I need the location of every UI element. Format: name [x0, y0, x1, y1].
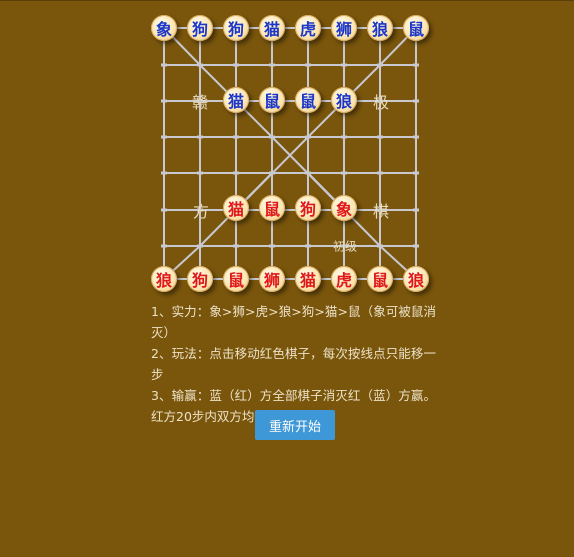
- board-point: [233, 244, 239, 248]
- red-piece[interactable]: 象: [331, 195, 357, 221]
- board-point: [305, 244, 311, 248]
- blue-piece[interactable]: 猫: [223, 87, 249, 113]
- red-piece[interactable]: 猫: [295, 266, 321, 292]
- red-piece[interactable]: 狗: [187, 266, 213, 292]
- blue-piece[interactable]: 狼: [367, 15, 393, 41]
- board-label-left-bottom: 方: [192, 202, 210, 221]
- board-point: [377, 135, 383, 139]
- game-page: 赣 极 方 棋 初级 象 狗 狗 猫 虎 狮 狼 鼠 猫 鼠 鼠 狼 猫 鼠 狗…: [0, 0, 574, 557]
- board-point: [161, 208, 167, 212]
- board-label-right-bottom: 棋: [372, 202, 390, 221]
- red-piece[interactable]: 鼠: [367, 266, 393, 292]
- board-point: [161, 63, 167, 67]
- board-point: [233, 135, 239, 139]
- board-point: [413, 171, 419, 175]
- board-point: [413, 135, 419, 139]
- red-piece[interactable]: 狗: [295, 195, 321, 221]
- board-point: [197, 244, 203, 248]
- board-point: [341, 171, 347, 175]
- blue-piece[interactable]: 鼠: [259, 87, 285, 113]
- difficulty-level: 初级: [332, 239, 358, 254]
- board-point: [305, 63, 311, 67]
- blue-piece[interactable]: 狗: [187, 15, 213, 41]
- board-point: [413, 63, 419, 67]
- board-point: [377, 63, 383, 67]
- restart-button[interactable]: 重新开始: [255, 410, 335, 440]
- rules-text: 1、实力：象>狮>虎>狼>狗>猫>鼠（象可被鼠消灭） 2、玩法：点击移动红色棋子…: [151, 301, 436, 427]
- blue-piece[interactable]: 象: [151, 15, 177, 41]
- board-point: [269, 135, 275, 139]
- board-point: [413, 244, 419, 248]
- board-point: [269, 171, 275, 175]
- board-point: [341, 135, 347, 139]
- board-point: [377, 244, 383, 248]
- board-point: [377, 171, 383, 175]
- board-point: [161, 99, 167, 103]
- board-point: [269, 63, 275, 67]
- rule-gameplay: 2、玩法：点击移动红色棋子，每次按线点只能移一步: [151, 346, 436, 382]
- board-point: [197, 135, 203, 139]
- red-piece[interactable]: 狮: [259, 266, 285, 292]
- red-piece[interactable]: 狼: [151, 266, 177, 292]
- blue-piece[interactable]: 鼠: [403, 15, 429, 41]
- board-point: [161, 171, 167, 175]
- red-piece[interactable]: 狼: [403, 266, 429, 292]
- board-label-right-top: 极: [372, 93, 390, 112]
- board-point: [161, 244, 167, 248]
- blue-piece[interactable]: 狼: [331, 87, 357, 113]
- red-piece[interactable]: 鼠: [223, 266, 249, 292]
- blue-piece[interactable]: 虎: [295, 15, 321, 41]
- board-point: [161, 135, 167, 139]
- game-board[interactable]: 赣 极 方 棋 初级 象 狗 狗 猫 虎 狮 狼 鼠 猫 鼠 鼠 狼 猫 鼠 狗…: [0, 1, 574, 301]
- board-point: [233, 63, 239, 67]
- board-point: [197, 63, 203, 67]
- board-point: [341, 63, 347, 67]
- blue-piece[interactable]: 鼠: [295, 87, 321, 113]
- board-point: [305, 135, 311, 139]
- board-point: [233, 171, 239, 175]
- board-grid: [161, 26, 419, 281]
- rule-strength: 1、实力：象>狮>虎>狼>狗>猫>鼠（象可被鼠消灭）: [151, 304, 436, 340]
- board-point: [413, 208, 419, 212]
- board-label-left-top: 赣: [191, 93, 209, 112]
- red-piece[interactable]: 虎: [331, 266, 357, 292]
- red-piece[interactable]: 鼠: [259, 195, 285, 221]
- blue-piece[interactable]: 狮: [331, 15, 357, 41]
- board-point: [305, 171, 311, 175]
- board-point: [269, 244, 275, 248]
- board-point: [197, 171, 203, 175]
- blue-piece[interactable]: 狗: [223, 15, 249, 41]
- blue-piece[interactable]: 猫: [259, 15, 285, 41]
- board-point: [413, 99, 419, 103]
- red-piece[interactable]: 猫: [223, 195, 249, 221]
